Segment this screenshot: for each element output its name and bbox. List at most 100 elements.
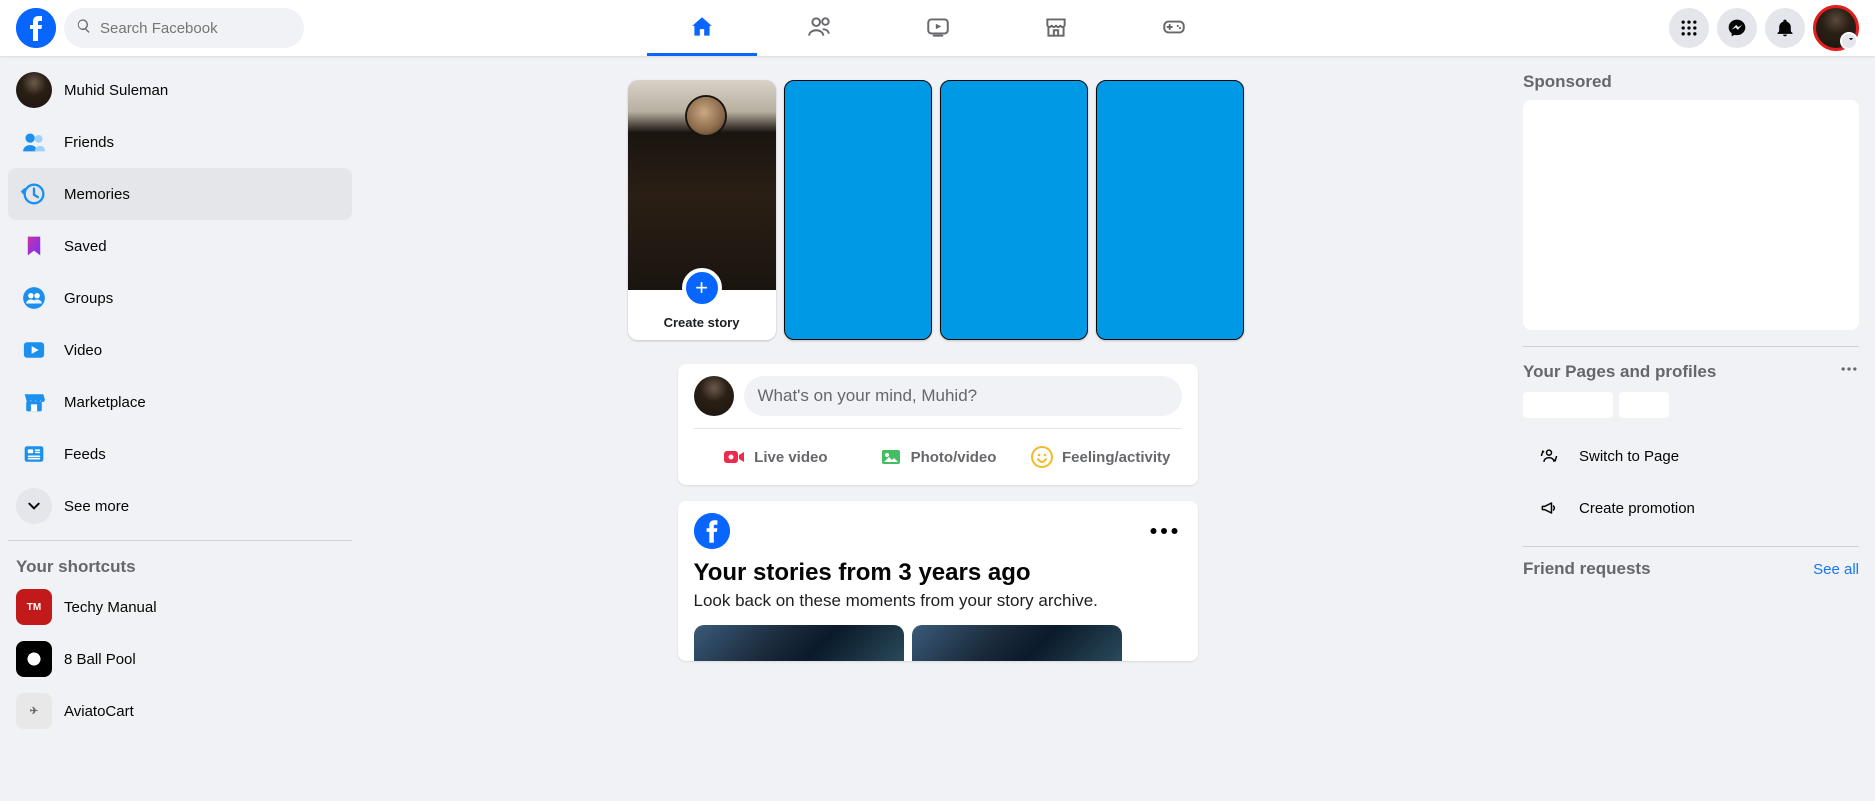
sidebar-item-groups[interactable]: Groups [8,272,352,324]
sidebar-item-label: Muhid Suleman [64,82,168,99]
sidebar-item-video[interactable]: Video [8,324,352,376]
sidebar-item-label: See more [64,498,129,515]
composer: What's on your mind, Muhid? Live video P… [678,364,1198,485]
link-label: Create promotion [1579,500,1695,517]
saved-icon [16,228,52,264]
create-story-card[interactable]: + Create story [628,80,776,340]
memory-thumb[interactable] [694,625,904,661]
shortcuts-heading: Your shortcuts [8,549,352,581]
memories-body [694,625,1182,661]
sidebar-item-seemore[interactable]: See more [8,480,352,532]
sidebar-item-label: Groups [64,290,113,307]
sidebar-item-saved[interactable]: Saved [8,220,352,272]
feeds-icon [16,436,52,472]
sidebar-item-label: Saved [64,238,107,255]
video-icon [16,332,52,368]
sidebar-item-marketplace[interactable]: Marketplace [8,376,352,428]
menu-grid-button[interactable] [1669,8,1709,48]
memory-thumb[interactable] [912,625,1122,661]
dots-icon [1146,513,1182,549]
story-card[interactable] [1096,80,1244,340]
facebook-logo[interactable] [16,8,56,48]
shortcut-icon: ✈ [16,693,52,729]
sidebar-item-label: Video [64,342,102,359]
sidebar-item-label: Friends [64,134,114,151]
feeling-icon [1030,445,1054,469]
switch-to-page-button[interactable]: Switch to Page [1523,430,1859,482]
nav-tab-friends[interactable] [765,0,875,56]
gaming-icon [1161,14,1187,40]
sidebar-item-feeds[interactable]: Feeds [8,428,352,480]
megaphone-icon [1531,490,1567,526]
story-card[interactable] [784,80,932,340]
shortcut-item[interactable]: ✈ AviatoCart [8,685,352,737]
search-icon [76,18,92,39]
top-nav [0,0,1875,56]
sponsored-heading: Sponsored [1523,72,1859,92]
button-label: Feeling/activity [1062,449,1170,466]
heading-label: Friend requests [1523,559,1651,579]
account-avatar-button[interactable] [1813,5,1859,51]
shortcut-label: AviatoCart [64,703,134,720]
messenger-button[interactable] [1717,8,1757,48]
live-video-button[interactable]: Live video [694,437,857,477]
left-sidebar: Muhid Suleman Friends Memories Saved Gro [0,56,360,801]
switch-icon [1531,438,1567,474]
marketplace-icon [16,384,52,420]
search-bar[interactable] [64,8,304,48]
notifications-button[interactable] [1765,8,1805,48]
card-menu-button[interactable] [1146,513,1182,549]
composer-actions: Live video Photo/video Feeling/activity [694,429,1182,477]
home-icon [689,14,715,40]
shortcut-item[interactable]: TM Techy Manual [8,581,352,633]
friends-icon [16,124,52,160]
sidebar-item-friends[interactable]: Friends [8,116,352,168]
composer-input[interactable]: What's on your mind, Muhid? [744,376,1182,416]
chevron-down-icon [16,488,52,524]
pages-menu-button[interactable] [1839,359,1859,384]
page-card[interactable] [1619,392,1669,418]
nav-tab-marketplace[interactable] [1001,0,1111,56]
sidebar-item-memories[interactable]: Memories [8,168,352,220]
nav-right [1669,5,1859,51]
shortcut-item[interactable]: 8 Ball Pool [8,633,352,685]
live-video-icon [722,445,746,469]
facebook-logo-icon [694,513,730,549]
nav-tab-gaming[interactable] [1119,0,1229,56]
marketplace-icon [1043,14,1069,40]
sidebar-item-label: Feeds [64,446,106,463]
composer-top: What's on your mind, Muhid? [694,376,1182,429]
button-label: Live video [754,449,827,466]
main-layout: Muhid Suleman Friends Memories Saved Gro [0,56,1875,801]
grid-icon [1679,18,1699,38]
nav-tab-home[interactable] [647,0,757,56]
see-all-link[interactable]: See all [1813,561,1859,578]
sidebar-item-label: Marketplace [64,394,146,411]
divider [8,540,352,541]
memories-card: Your stories from 3 years ago Look back … [678,501,1198,661]
divider [1523,546,1859,547]
messenger-icon [1727,18,1747,38]
avatar[interactable] [694,376,734,416]
pages-cards [1523,392,1859,418]
photo-video-button[interactable]: Photo/video [856,437,1019,477]
avatar [16,72,52,108]
memories-title: Your stories from 3 years ago [694,559,1182,587]
create-story-label: Create story [664,315,740,330]
memories-icon [16,176,52,212]
create-promotion-button[interactable]: Create promotion [1523,482,1859,534]
sponsored-placeholder[interactable] [1523,100,1859,330]
right-column: Sponsored Your Pages and profiles Switch… [1515,56,1875,801]
photo-icon [879,445,903,469]
nav-tab-video[interactable] [883,0,993,56]
shortcut-label: Techy Manual [64,599,157,616]
story-card[interactable] [940,80,1088,340]
page-card[interactable] [1523,392,1613,418]
create-story-footer: + Create story [628,290,776,340]
divider [1523,346,1859,347]
feeling-button[interactable]: Feeling/activity [1019,437,1182,477]
sidebar-item-profile[interactable]: Muhid Suleman [8,64,352,116]
groups-icon [16,280,52,316]
search-input[interactable] [100,20,292,37]
memories-subtitle: Look back on these moments from your sto… [694,591,1182,611]
